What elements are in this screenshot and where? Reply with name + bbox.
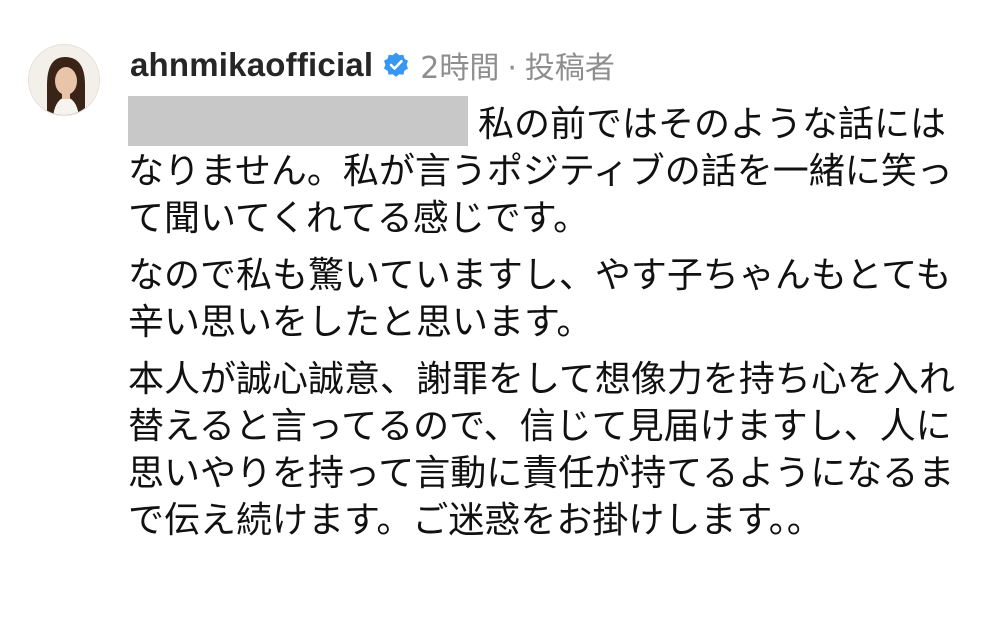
paragraph-text: なので私も驚いていますし、やす子ちゃんもとても辛い思いをしたと思います。 — [128, 255, 952, 343]
paragraph-text: 本人が誠心誠意、謝罪をして想像力を持ち心を入れ替えると言ってるので、信じて見届け… — [128, 359, 955, 541]
comment-paragraph: 本人が誠心誠意、謝罪をして想像力を持ち心を入れ替えると言ってるので、信じて見届け… — [128, 356, 978, 544]
verified-badge-icon — [382, 51, 410, 79]
comment-item: ahnmikaofficial 2時間 · 投稿者 私の前ではそのような話にはなりま… — [0, 0, 997, 624]
avatar-image — [29, 45, 99, 115]
username-link[interactable]: ahnmikaofficial — [130, 46, 373, 84]
comment-paragraph: なので私も驚いていますし、やす子ちゃんもとても辛い思いをしたと思います。 — [128, 252, 978, 346]
comment-meta: 2時間 · 投稿者 — [420, 43, 615, 87]
comment-paragraph: 私の前ではそのような話にはなりません。私が言うポジティブの話を一緒に笑って聞いて… — [128, 96, 978, 242]
avatar[interactable] — [28, 44, 100, 116]
meta-separator: · — [507, 51, 517, 86]
author-label: 投稿者 — [524, 51, 615, 86]
comment-header: ahnmikaofficial 2時間 · 投稿者 — [130, 40, 615, 90]
comment-text: 私の前ではそのような話にはなりません。私が言うポジティブの話を一緒に笑って聞いて… — [128, 96, 978, 544]
timestamp: 2時間 — [420, 51, 500, 86]
redacted-mention — [128, 96, 468, 146]
